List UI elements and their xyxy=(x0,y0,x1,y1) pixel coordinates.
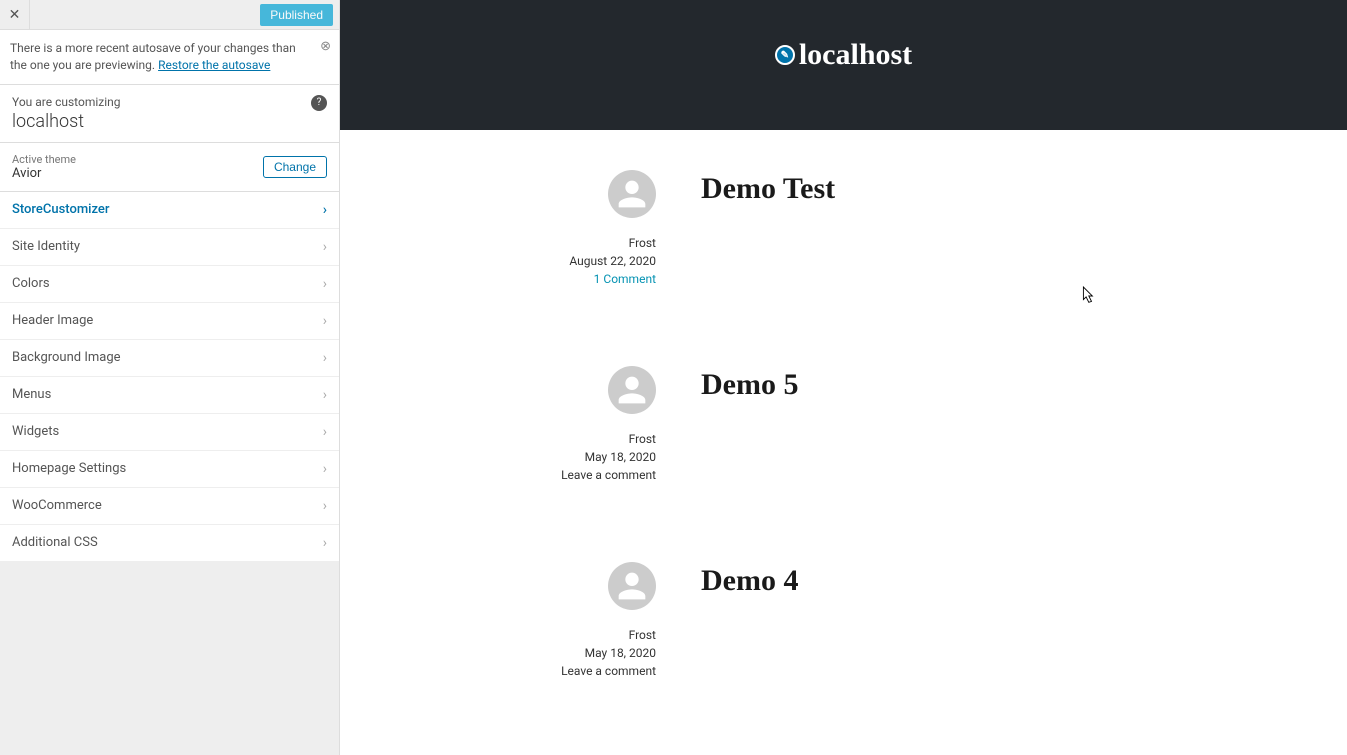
post-comments-link[interactable]: Leave a comment xyxy=(561,468,656,482)
post-title[interactable]: Demo Test xyxy=(701,170,1151,206)
menu-item-homepage-settings[interactable]: Homepage Settings › xyxy=(0,451,339,488)
post-meta: Frost August 22, 2020 1 Comment xyxy=(536,170,656,286)
menu-item-label: Menus xyxy=(12,387,51,402)
autosave-notice: There is a more recent autosave of your … xyxy=(0,30,339,85)
site-header: ✎ localhost xyxy=(340,0,1347,130)
menu-item-label: Colors xyxy=(12,276,50,291)
post-date: May 18, 2020 xyxy=(585,646,656,660)
menu-item-site-identity[interactable]: Site Identity › xyxy=(0,229,339,266)
menu-item-label: Widgets xyxy=(12,424,59,439)
post-author: Frost xyxy=(629,628,656,642)
site-name: localhost xyxy=(12,111,327,132)
chevron-right-icon: › xyxy=(323,461,327,477)
posts-list: Frost August 22, 2020 1 Comment Demo Tes… xyxy=(340,130,1347,755)
customizing-label: You are customizing xyxy=(12,95,327,109)
help-icon[interactable]: ? xyxy=(311,95,327,111)
post: Frost May 18, 2020 Leave a comment Demo … xyxy=(360,562,1327,678)
post-date: August 22, 2020 xyxy=(569,254,656,268)
menu-item-widgets[interactable]: Widgets › xyxy=(0,414,339,451)
post-title[interactable]: Demo 4 xyxy=(701,562,1151,598)
chevron-right-icon: › xyxy=(323,498,327,514)
site-title-text: localhost xyxy=(799,38,912,72)
restore-autosave-link[interactable]: Restore the autosave xyxy=(158,58,270,72)
publish-button[interactable]: Published xyxy=(260,4,333,26)
chevron-right-icon: › xyxy=(323,535,327,551)
theme-row: Active theme Avior Change xyxy=(0,143,339,192)
customizer-menu: StoreCustomizer › Site Identity › Colors… xyxy=(0,192,339,562)
chevron-right-icon: › xyxy=(323,350,327,366)
menu-item-label: Site Identity xyxy=(12,239,80,254)
menu-item-additional-css[interactable]: Additional CSS › xyxy=(0,525,339,562)
customizer-sidebar: ✕ Published There is a more recent autos… xyxy=(0,0,340,755)
chevron-right-icon: › xyxy=(323,276,327,292)
menu-item-colors[interactable]: Colors › xyxy=(0,266,339,303)
chevron-right-icon: › xyxy=(323,313,327,329)
avatar xyxy=(608,562,656,610)
post-comments-link[interactable]: 1 Comment xyxy=(594,272,656,286)
post: Frost August 22, 2020 1 Comment Demo Tes… xyxy=(360,170,1327,286)
menu-item-label: WooCommerce xyxy=(12,498,102,513)
post: Frost May 18, 2020 Leave a comment Demo … xyxy=(360,366,1327,482)
menu-item-background-image[interactable]: Background Image › xyxy=(0,340,339,377)
dismiss-notice-icon[interactable]: ⊗ xyxy=(320,38,331,56)
customizer-header: You are customizing localhost ? xyxy=(0,85,339,143)
preview-pane: ✎ localhost Frost August 22, 2020 1 Comm… xyxy=(340,0,1347,755)
change-theme-button[interactable]: Change xyxy=(263,156,327,178)
menu-item-label: Additional CSS xyxy=(12,535,98,550)
post-meta: Frost May 18, 2020 Leave a comment xyxy=(536,366,656,482)
post-author: Frost xyxy=(629,432,656,446)
post-comments-link[interactable]: Leave a comment xyxy=(561,664,656,678)
menu-item-label: Header Image xyxy=(12,313,93,328)
avatar xyxy=(608,366,656,414)
menu-item-storecustomizer[interactable]: StoreCustomizer › xyxy=(0,192,339,229)
close-button[interactable]: ✕ xyxy=(0,0,30,30)
sidebar-top-bar: ✕ Published xyxy=(0,0,339,30)
menu-item-menus[interactable]: Menus › xyxy=(0,377,339,414)
menu-item-label: StoreCustomizer xyxy=(12,202,109,217)
menu-item-woocommerce[interactable]: WooCommerce › xyxy=(0,488,339,525)
post-title[interactable]: Demo 5 xyxy=(701,366,1151,402)
post-author: Frost xyxy=(629,236,656,250)
theme-name: Avior xyxy=(12,166,76,181)
chevron-right-icon: › xyxy=(323,239,327,255)
chevron-right-icon: › xyxy=(323,424,327,440)
chevron-right-icon: › xyxy=(323,387,327,403)
active-theme-label: Active theme xyxy=(12,153,76,166)
menu-item-label: Background Image xyxy=(12,350,121,365)
avatar xyxy=(608,170,656,218)
post-date: May 18, 2020 xyxy=(585,450,656,464)
menu-item-label: Homepage Settings xyxy=(12,461,126,476)
site-title[interactable]: ✎ localhost xyxy=(775,38,912,72)
edit-icon[interactable]: ✎ xyxy=(775,45,795,65)
chevron-right-icon: › xyxy=(323,202,327,218)
menu-item-header-image[interactable]: Header Image › xyxy=(0,303,339,340)
post-meta: Frost May 18, 2020 Leave a comment xyxy=(536,562,656,678)
